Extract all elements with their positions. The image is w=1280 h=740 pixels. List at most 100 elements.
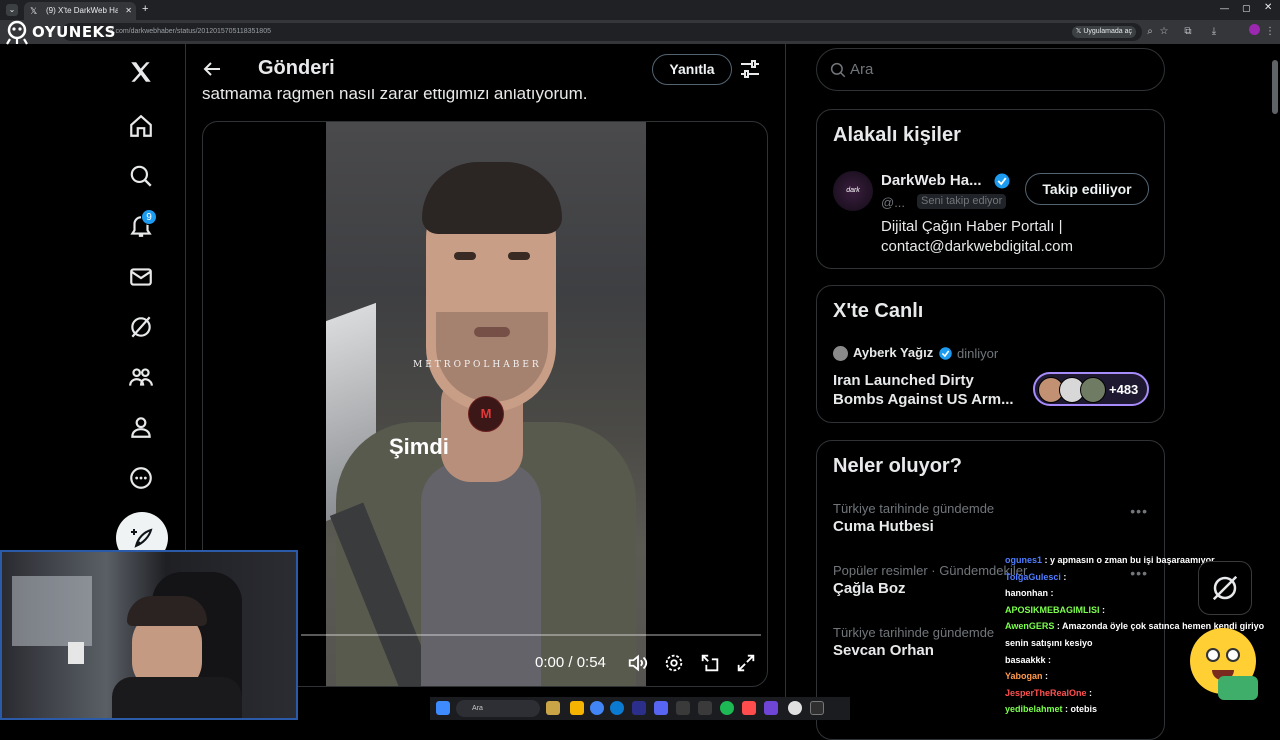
page-scrollbar[interactable] — [1272, 60, 1278, 114]
back-arrow-icon[interactable] — [200, 57, 224, 81]
discord-icon[interactable] — [654, 701, 668, 715]
chat-text: : — [1048, 588, 1054, 599]
app-icon[interactable] — [698, 701, 712, 715]
search-placeholder: Ara — [850, 61, 874, 78]
verified-badge-icon — [939, 347, 952, 360]
download-icon[interactable]: ⤓ — [1206, 24, 1222, 40]
grok-floating-button[interactable] — [1198, 561, 1252, 615]
windows-start-icon[interactable] — [436, 701, 450, 715]
chat-username: yedibelahmet — [1005, 704, 1063, 715]
emote-sticker — [1190, 628, 1260, 700]
trends-title: Neler oluyor? — [833, 455, 962, 477]
tab-search-icon[interactable]: ⌄ — [6, 4, 18, 16]
video-time: 0:00 / 0:54 — [535, 654, 606, 671]
communities-icon[interactable] — [121, 357, 161, 397]
webcam-overlay — [0, 550, 298, 720]
chat-text: : — [1045, 654, 1052, 665]
chat-username: ogunes1 — [1005, 555, 1043, 565]
profile-avatar[interactable] — [1246, 24, 1262, 40]
live-host[interactable]: Ayberk Yağız — [853, 345, 933, 360]
search-icon[interactable] — [121, 156, 161, 196]
maximize-icon[interactable]: ▢ — [1242, 3, 1251, 14]
chat-text: : — [1086, 687, 1093, 698]
trend-category: Türkiye tarihinde gündemde — [833, 501, 995, 516]
more-dots-icon[interactable]: ••• — [1130, 503, 1148, 519]
live-title: X'te Canlı — [833, 300, 924, 322]
edge-icon[interactable] — [610, 701, 624, 715]
profile-icon[interactable] — [121, 407, 161, 447]
following-button[interactable]: Takip ediliyor — [1025, 173, 1149, 205]
volume-icon[interactable] — [627, 652, 649, 674]
menu-kebab-icon[interactable]: ⋮ — [1262, 24, 1278, 40]
home-icon[interactable] — [121, 106, 161, 146]
pip-icon[interactable] — [699, 652, 721, 674]
chat-username: hanonhan — [1005, 588, 1048, 599]
listener-avatar — [1080, 377, 1106, 403]
search-input[interactable]: Ara — [816, 48, 1165, 91]
live-topic-line1[interactable]: Iran Launched Dirty — [833, 372, 974, 389]
reply-filter-icon[interactable] — [738, 57, 762, 81]
taskbar-search-placeholder: Ara — [472, 705, 483, 712]
stream-logo: OYUNEKS — [4, 18, 116, 46]
reply-button[interactable]: Yanıtla — [652, 54, 732, 85]
chat-username: Yabogan — [1005, 671, 1043, 682]
chat-text: : — [1060, 571, 1067, 582]
host-avatar — [833, 346, 848, 361]
app-icon[interactable] — [632, 701, 646, 715]
app-icon[interactable] — [742, 701, 756, 715]
spotify-icon[interactable] — [720, 701, 734, 715]
taskbar-search[interactable]: Ara — [456, 700, 540, 717]
extensions-icon[interactable]: ⧉ — [1180, 24, 1196, 40]
x-live-card: X'te Canlı Ayberk Yağız dinliyor Iran La… — [816, 285, 1165, 423]
follows-you-badge: Seni takip ediyor — [917, 194, 1007, 209]
more-options-icon[interactable] — [121, 458, 161, 498]
search-icon — [830, 62, 846, 78]
chat-username: TolgaGulesci — [1005, 571, 1061, 582]
app-icon[interactable] — [676, 701, 690, 715]
new-tab-button[interactable]: + — [142, 3, 148, 15]
chat-message: yedibelahmet : otebis — [1005, 701, 1277, 718]
windows-taskbar: Ara — [430, 697, 850, 720]
video-progress-bar[interactable] — [301, 634, 761, 636]
app-icon[interactable] — [788, 701, 802, 715]
chat-username: APOSIKMEBAGIMLISI — [1005, 604, 1100, 615]
settings-gear-icon[interactable] — [663, 652, 685, 674]
x-logo-icon[interactable] — [121, 52, 161, 92]
live-status: dinliyor — [957, 346, 999, 361]
related-name[interactable]: DarkWeb Ha... — [881, 172, 982, 189]
open-in-app-label: Uygulamada aç — [1083, 28, 1132, 35]
chat-text: : y apmasın o zman bu işi başaraamıyor — [1042, 555, 1215, 565]
app-icon[interactable] — [810, 701, 824, 715]
related-title: Alakalı kişiler — [833, 124, 961, 146]
notification-count-badge: 9 — [141, 209, 157, 225]
tab-close-icon[interactable]: ✕ — [125, 2, 132, 20]
grok-icon[interactable] — [121, 307, 161, 347]
url-field[interactable]: x.com/darkwebhaber/status/20120157051183… — [62, 23, 1142, 41]
fullscreen-icon[interactable] — [735, 652, 757, 674]
app-icon[interactable] — [764, 701, 778, 715]
minimize-icon[interactable]: — — [1220, 3, 1229, 13]
trend-item[interactable]: Türkiye tarihinde gündemde Cuma Hutbesi — [833, 501, 1153, 535]
grok-icon — [1212, 575, 1238, 601]
video-logo-letter: M — [480, 406, 492, 421]
alien-logo-icon — [6, 20, 28, 45]
chat-text: : otebis — [1062, 704, 1098, 715]
folder-icon[interactable] — [570, 701, 584, 715]
related-bio-line1: Dijital Çağın Haber Portalı | — [881, 218, 1063, 235]
url-text: x.com/darkwebhaber/status/20120157051183… — [110, 28, 271, 35]
listener-count: +483 — [1109, 382, 1139, 397]
related-bio-line2[interactable]: contact@darkwebdigital.com — [881, 238, 1073, 255]
related-handle: @... — [881, 195, 906, 210]
chat-username: JesperTheRealOne — [1005, 687, 1087, 698]
video-watermark: METROPOLHABER — [413, 360, 542, 370]
avatar[interactable]: dark — [833, 171, 873, 211]
live-topic-line2[interactable]: Bombs Against US Arm... — [833, 391, 1014, 408]
bookmark-star-icon[interactable]: ☆ — [1156, 24, 1172, 40]
close-window-icon[interactable]: ✕ — [1264, 2, 1272, 13]
taskbar-app-icon[interactable] — [546, 701, 560, 715]
listeners-pill[interactable]: +483 — [1033, 372, 1149, 406]
messages-envelope-icon[interactable] — [121, 257, 161, 297]
chrome-icon[interactable] — [590, 701, 604, 715]
address-bar-row: x.com/darkwebhaber/status/20120157051183… — [0, 20, 1280, 44]
open-in-app-chip[interactable]: 𝕏 Uygulamada aç — [1071, 26, 1136, 38]
